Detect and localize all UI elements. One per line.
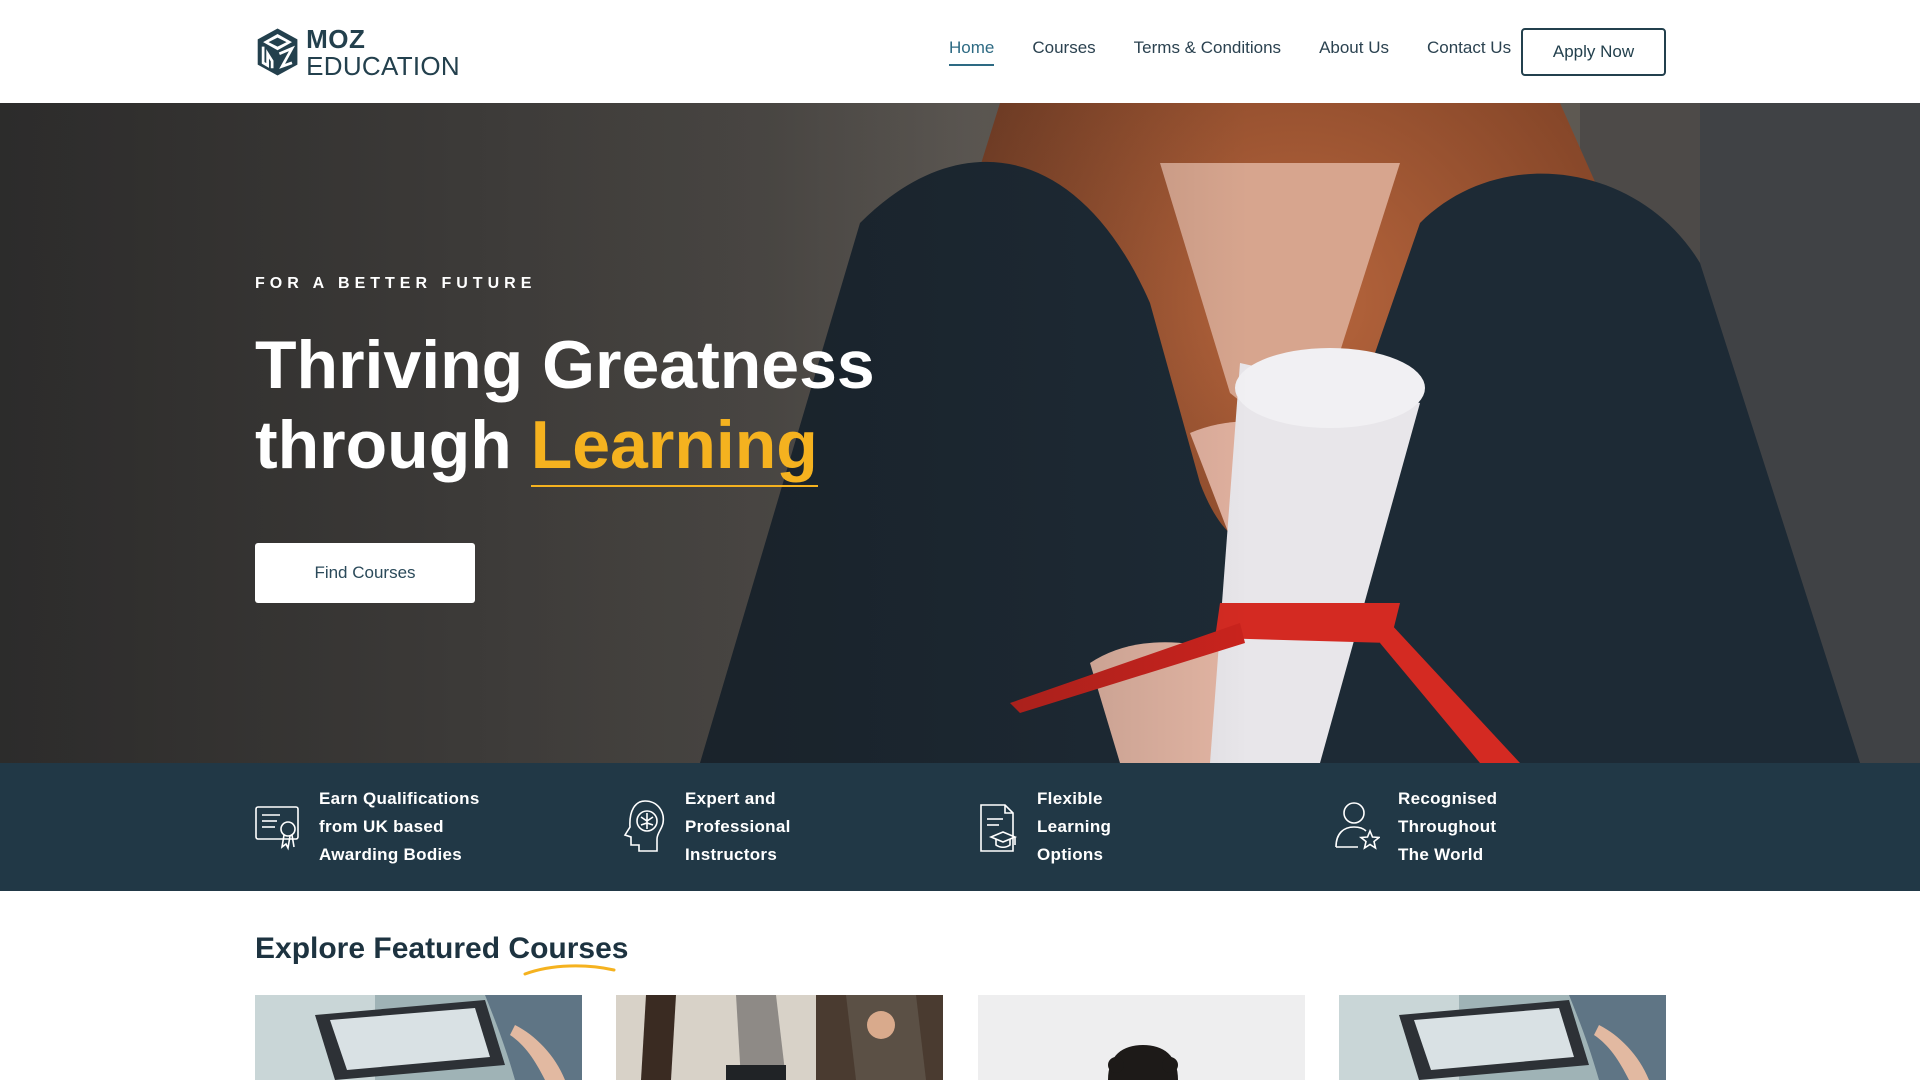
nav-about[interactable]: About Us (1319, 38, 1389, 68)
feature-flexible-line3: Options (1037, 845, 1104, 864)
main-nav: Home Courses Terms & Conditions About Us… (949, 38, 1549, 68)
featured-courses-title: Explore Featured Courses (255, 932, 629, 965)
hero-title-line2-prefix: through (255, 407, 531, 483)
find-courses-button[interactable]: Find Courses (255, 543, 475, 603)
nav-courses[interactable]: Courses (1032, 38, 1095, 68)
apply-now-button[interactable]: Apply Now (1521, 28, 1666, 76)
course-card[interactable] (255, 995, 582, 1080)
feature-recognised-line1: Recognised (1398, 789, 1498, 808)
hero-title-line1: Thriving Greatness (255, 327, 875, 403)
user-star-icon (1335, 802, 1380, 850)
course-card[interactable] (978, 995, 1305, 1080)
hero-banner: FOR A BETTER FUTURE Thriving Greatness t… (0, 103, 1920, 763)
logo[interactable]: MOZ EDUCATION (255, 24, 460, 80)
feature-qualifications-line1: Earn Qualifications (319, 789, 480, 808)
feature-recognised: Recognised Throughout The World (1334, 785, 1497, 869)
feature-qualifications-line3: Awarding Bodies (319, 845, 463, 864)
feature-instructors: Expert and Professional Instructors (621, 785, 791, 869)
feature-recognised-line2: Throughout (1398, 817, 1497, 836)
feature-flexible-line2: Learning (1037, 817, 1112, 836)
course-card-image (616, 995, 943, 1080)
graduation-document-icon (980, 804, 1018, 852)
course-card-image (255, 995, 582, 1080)
course-card[interactable] (616, 995, 943, 1080)
site-header: MOZ EDUCATION Home Courses Terms & Condi… (0, 0, 1920, 103)
feature-instructors-line2: Professional (685, 817, 791, 836)
feature-recognised-line3: The World (1398, 845, 1484, 864)
nav-home[interactable]: Home (949, 38, 995, 68)
feature-instructors-line3: Instructors (685, 845, 778, 864)
feature-qualifications: Earn Qualifications from UK based Awardi… (255, 785, 480, 869)
logo-cube-icon (257, 28, 298, 76)
feature-qualifications-line2: from UK based (319, 817, 444, 836)
feature-flexible-line1: Flexible (1037, 789, 1103, 808)
nav-contact[interactable]: Contact Us (1427, 38, 1511, 68)
logo-wordmark-top: MOZ (306, 23, 366, 54)
nav-terms[interactable]: Terms & Conditions (1134, 38, 1281, 68)
feature-instructors-line1: Expert and (685, 789, 776, 808)
hero-title: Thriving Greatness through Learning (255, 325, 955, 487)
features-bar: Earn Qualifications from UK based Awardi… (0, 763, 1920, 891)
feature-flexible: Flexible Learning Options (973, 785, 1111, 869)
hero-title-accent: Learning (530, 407, 818, 487)
title-swoosh (523, 964, 616, 976)
course-card-image (1339, 995, 1666, 1080)
logo-wordmark-bottom: EDUCATION (306, 50, 460, 81)
brain-head-icon (623, 800, 665, 852)
course-cards (255, 995, 1666, 1080)
course-card-image (978, 995, 1305, 1080)
certificate-icon (255, 806, 299, 851)
course-card[interactable] (1339, 995, 1666, 1080)
hero-eyebrow: FOR A BETTER FUTURE (255, 275, 537, 292)
